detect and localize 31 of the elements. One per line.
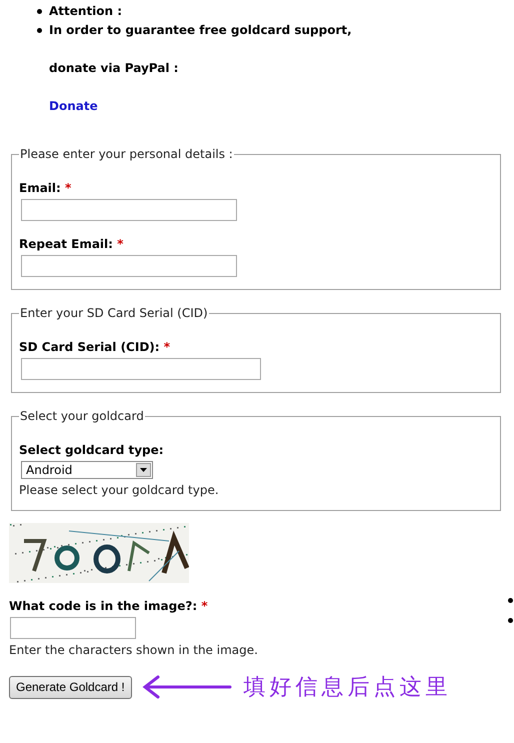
- bullet-icon: [37, 28, 42, 33]
- bullet-icon: [37, 9, 42, 14]
- submit-button[interactable]: Generate Goldcard !: [9, 676, 132, 698]
- required-mark: *: [65, 181, 72, 195]
- field-label: Select goldcard type:: [19, 442, 164, 459]
- donate-prompt: donate via PayPal :: [48, 60, 180, 76]
- field-label: SD Card Serial (CID): *: [19, 339, 170, 356]
- section-legend: Select your goldcard: [19, 409, 145, 423]
- field-label: Repeat Email: *: [19, 236, 124, 253]
- donate-link[interactable]: Donate: [49, 98, 98, 114]
- field-label: Email: *: [19, 180, 72, 197]
- notice-text: Attention :: [49, 3, 122, 20]
- help-text: Enter the characters shown in the image.: [9, 642, 259, 658]
- required-mark: *: [201, 599, 208, 613]
- input-field[interactable]: [10, 617, 136, 639]
- input-field[interactable]: [21, 255, 237, 277]
- bullet-icon: [508, 618, 513, 623]
- notice-text: In order to guarantee free goldcard support,: [49, 22, 352, 39]
- required-mark: *: [164, 340, 170, 354]
- dropdown[interactable]: Android: [21, 461, 153, 479]
- input-field[interactable]: [21, 358, 261, 380]
- section-legend: Enter your SD Card Serial (CID): [19, 306, 209, 320]
- field-label: What code is in the image?: *: [9, 598, 208, 615]
- annotation-text: 填好信息后点这里: [244, 674, 452, 702]
- input-field[interactable]: [21, 199, 237, 221]
- required-mark: *: [117, 237, 124, 251]
- help-text: Please select your goldcard type.: [19, 482, 220, 498]
- arrow-icon: [142, 675, 232, 699]
- caret-icon: [140, 468, 147, 472]
- section-legend: Please enter your personal details :: [19, 147, 234, 161]
- bullet-icon: [508, 598, 513, 603]
